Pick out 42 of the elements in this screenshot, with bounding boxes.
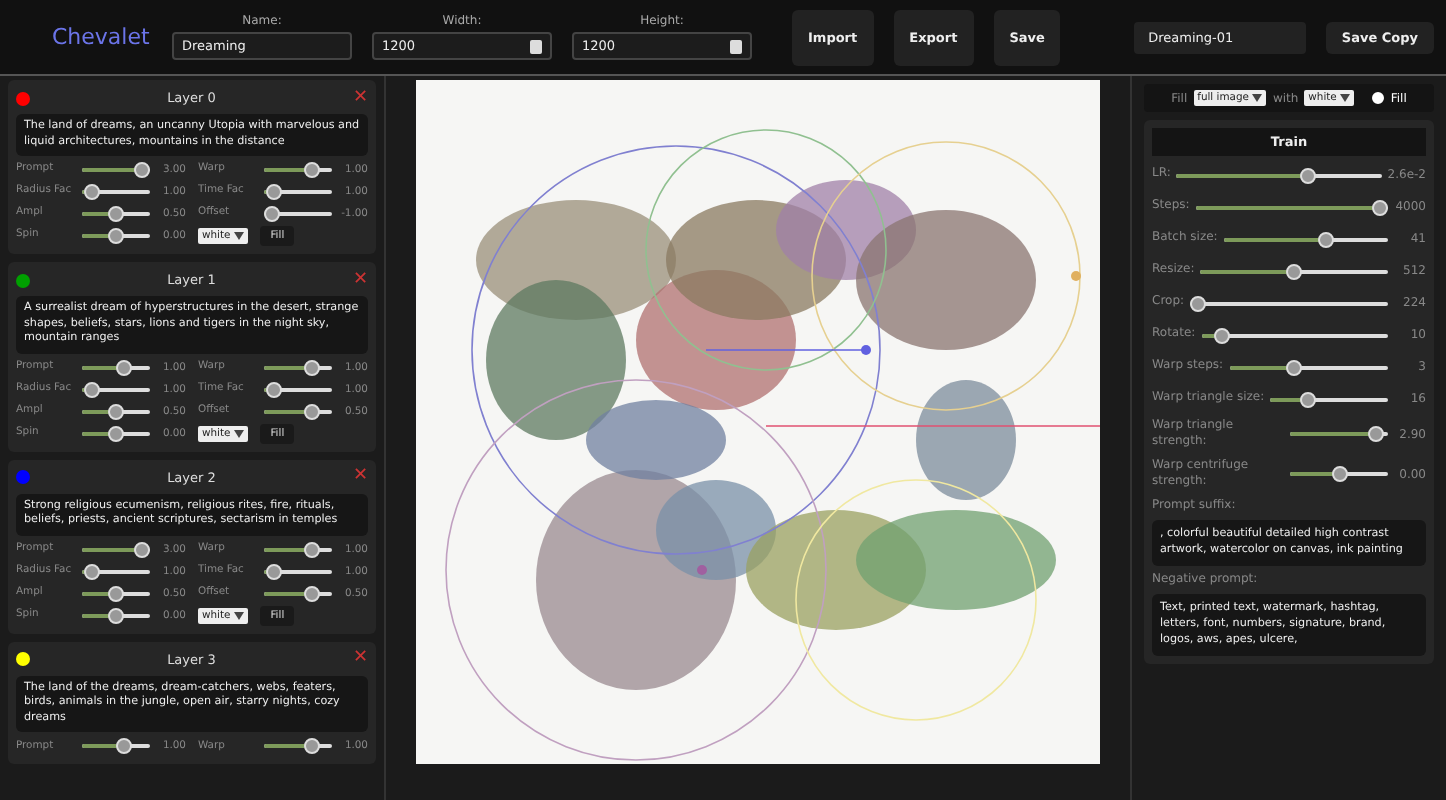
slider[interactable] [264,381,332,398]
slider[interactable] [82,206,150,223]
slider[interactable] [82,403,150,420]
slider[interactable] [82,162,150,179]
slider[interactable] [82,425,150,442]
slider[interactable] [82,607,150,624]
slider[interactable] [1229,359,1388,375]
slider[interactable] [264,184,332,201]
slider[interactable] [264,206,332,223]
slider[interactable] [1290,426,1388,443]
slider[interactable] [1190,295,1388,311]
slider[interactable] [1176,167,1382,183]
caret-icon [234,232,245,241]
slider[interactable] [264,738,332,755]
slider[interactable] [264,162,332,179]
slider[interactable] [1223,231,1388,247]
spinner-icon[interactable] [530,39,542,53]
caret-icon [1252,94,1263,102]
fill-radio[interactable] [1372,92,1385,104]
slider[interactable] [1290,466,1388,483]
slider[interactable] [264,563,332,580]
caret-icon [234,429,245,438]
slider[interactable] [82,228,150,245]
caret-icon [1340,94,1351,102]
caret-icon [234,611,245,620]
slider[interactable] [1200,263,1388,279]
slider[interactable] [264,585,332,602]
slider[interactable] [1270,391,1388,407]
slider[interactable] [82,563,150,580]
slider[interactable] [264,541,332,558]
slider[interactable] [1195,199,1388,215]
slider[interactable] [82,738,150,755]
spinner-icon[interactable] [730,39,742,53]
app-title: Chevalet [52,24,150,50]
slider[interactable] [82,541,150,558]
slider[interactable] [264,403,332,420]
slider[interactable] [82,184,150,201]
slider[interactable] [1201,327,1388,343]
slider[interactable] [264,359,332,376]
slider[interactable] [82,381,150,398]
slider[interactable] [82,359,150,376]
slider[interactable] [82,585,150,602]
